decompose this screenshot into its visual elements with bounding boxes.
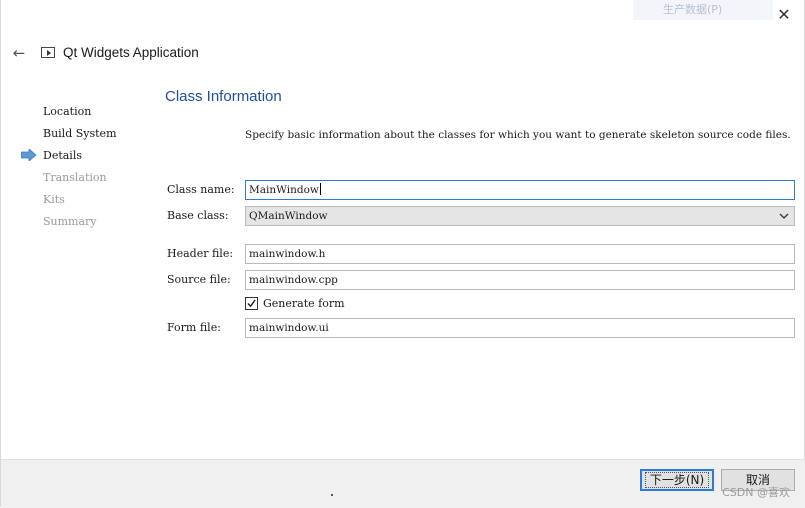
watermark-text: CSDN @喜欢 [722, 486, 790, 499]
class-name-value: MainWindow [249, 184, 319, 196]
source-file-input[interactable]: mainwindow.cpp [245, 270, 795, 290]
step-label: Summary [43, 215, 97, 228]
close-button[interactable]: ✕ [774, 5, 794, 25]
step-summary: Summary [1, 214, 151, 236]
wizard-steps: Location Build System Details Translatio… [1, 104, 151, 236]
back-arrow-icon[interactable]: ← [9, 44, 29, 62]
window-title: Qt Widgets Application [63, 45, 199, 60]
step-location: Location [1, 104, 151, 126]
form-file-value: mainwindow.ui [249, 322, 329, 334]
step-kits: Kits [1, 192, 151, 214]
form-file-input[interactable]: mainwindow.ui [245, 318, 795, 338]
background-overlay-text: 生产数据(P) [633, 0, 773, 20]
step-translation: Translation [1, 170, 151, 192]
base-class-value: QMainWindow [249, 210, 328, 222]
page-description: Specify basic information about the clas… [245, 129, 791, 141]
source-file-label: Source file: [167, 273, 231, 286]
step-build-system: Build System [1, 126, 151, 148]
next-button-label: 下一步(N) [644, 472, 710, 488]
page-title: Class Information [165, 88, 282, 105]
next-button[interactable]: 下一步(N) [640, 469, 714, 491]
current-step-arrow-icon [21, 149, 37, 161]
checkmark-icon [247, 299, 256, 308]
text-caret [319, 183, 321, 195]
step-label: Location [43, 105, 92, 118]
source-file-value: mainwindow.cpp [249, 274, 338, 286]
chevron-down-icon [779, 213, 789, 219]
step-label: Build System [43, 127, 117, 140]
wizard-window: 生产数据(P) ✕ ← Qt Widgets Application Locat… [0, 0, 805, 508]
decorative-dot [331, 494, 333, 496]
class-name-input[interactable]: MainWindow [245, 180, 795, 200]
step-label: Kits [43, 193, 65, 206]
form-file-label: Form file: [167, 321, 221, 334]
base-class-label: Base class: [167, 209, 229, 222]
generate-form-checkbox[interactable] [245, 297, 258, 310]
step-label: Translation [43, 171, 107, 184]
qt-app-icon [41, 47, 55, 58]
header-file-input[interactable]: mainwindow.h [245, 244, 795, 264]
generate-form-label: Generate form [263, 297, 345, 310]
header-file-label: Header file: [167, 247, 234, 260]
header-file-value: mainwindow.h [249, 248, 326, 260]
step-details: Details [1, 148, 151, 170]
class-name-label: Class name: [167, 183, 235, 196]
step-label: Details [43, 149, 82, 162]
base-class-select[interactable]: QMainWindow [245, 206, 795, 226]
